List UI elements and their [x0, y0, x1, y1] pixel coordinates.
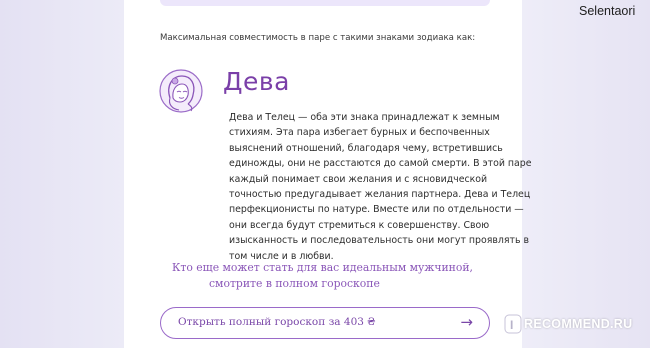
description-line: Дева и Телец — оба эти знака принадлежат… — [229, 112, 500, 123]
previous-block-edge — [160, 0, 490, 6]
description-line: стихиям. Эта пара избегает бурных и бесп… — [229, 127, 490, 139]
cta-text-line-1: Кто еще может стать для вас идеальным му… — [172, 261, 473, 274]
virgo-woman-icon — [158, 68, 204, 114]
recommend-logo-icon: I — [504, 314, 522, 334]
sign-title: Дева — [223, 67, 290, 96]
description-line: выяснений отношений, благодаря чему, вст… — [229, 142, 503, 154]
arrow-right-icon: → — [460, 313, 473, 331]
open-full-horoscope-button[interactable]: Открыть полный гороскоп за 403 ₴ → — [160, 307, 490, 339]
cta-text-line-2: смотрите в полном гороскопе — [209, 277, 380, 290]
description-line: изысканность и последовательность они мо… — [229, 235, 529, 247]
button-label: Открыть полный гороскоп за 403 ₴ — [178, 316, 376, 328]
description-line: единожды, они не расстаются до самой сме… — [229, 158, 532, 170]
watermark-site: RECOMMEND.RU — [524, 317, 633, 331]
sign-description: Дева и Телец — оба эти знака принадлежат… — [229, 110, 532, 264]
watermark-logo: I RECOMMEND.RU — [502, 312, 650, 340]
description-line: они всегда будут стремиться к совершенст… — [229, 219, 490, 231]
page-background-left — [0, 0, 124, 348]
description-line: перфекционисты по натуре. Вместе или по … — [229, 204, 524, 216]
watermark-username: Selentaori — [579, 4, 636, 18]
page-background-right — [522, 0, 650, 348]
description-line: каждый понимает свои желания и с ясновид… — [229, 173, 488, 185]
description-line: точностью предугадывает желания партнера… — [229, 189, 531, 201]
compatibility-intro: Максимальная совместимость в паре с таки… — [160, 33, 476, 43]
svg-text:I: I — [510, 318, 513, 332]
